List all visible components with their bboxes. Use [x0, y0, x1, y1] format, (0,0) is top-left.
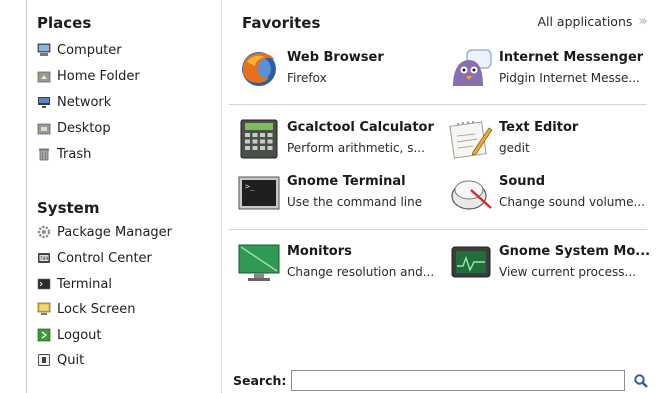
system-item-quit[interactable]: Quit	[37, 349, 84, 371]
system-item-label: Package Manager	[57, 224, 173, 240]
application-menu: Places Computer Home Folder Network Desk…	[26, 0, 656, 393]
system-item-control-center[interactable]: 789 Control Center	[37, 247, 152, 269]
place-item-label: Home Folder	[57, 68, 140, 84]
app-name: Monitors	[287, 244, 352, 259]
system-item-lock-screen[interactable]: Lock Screen	[37, 298, 135, 320]
app-calculator[interactable]: Gcalctool Calculator Perform arithmetic,…	[237, 114, 447, 162]
system-item-package-manager[interactable]: Package Manager	[37, 221, 172, 243]
svg-text:789: 789	[40, 256, 49, 262]
firefox-icon	[237, 46, 281, 90]
system-item-label: Control Center	[57, 250, 152, 266]
quit-icon	[37, 353, 51, 367]
place-item-computer[interactable]: Computer	[37, 39, 122, 61]
system-heading: System	[37, 199, 100, 217]
app-name: Sound	[499, 174, 546, 189]
places-heading: Places	[37, 14, 92, 32]
place-item-trash[interactable]: Trash	[37, 143, 91, 165]
lock-screen-icon	[37, 302, 51, 316]
place-item-label: Desktop	[57, 120, 111, 136]
app-system-monitor[interactable]: Gnome System Mo... View current process.…	[449, 238, 656, 286]
place-item-network[interactable]: Network	[37, 91, 111, 113]
app-text-editor[interactable]: Text Editor gedit	[449, 114, 656, 162]
place-item-label: Computer	[57, 42, 122, 58]
text-editor-icon	[449, 116, 493, 160]
system-item-logout[interactable]: Logout	[37, 324, 102, 346]
system-item-label: Lock Screen	[57, 301, 136, 317]
app-name: Gnome System Mo...	[499, 244, 651, 259]
all-applications-button[interactable]: All applications ›››	[537, 14, 647, 29]
monitors-icon	[237, 240, 281, 284]
network-icon	[37, 95, 51, 109]
double-chevron-right-icon: ›››	[638, 14, 647, 29]
app-name: Gnome Terminal	[287, 174, 406, 189]
app-description: Firefox	[287, 71, 327, 85]
app-description: Change sound volume...	[499, 195, 645, 209]
package-manager-icon	[37, 225, 51, 239]
app-description: Perform arithmetic, s...	[287, 141, 425, 155]
control-center-icon: 789	[37, 251, 51, 265]
system-item-label: Terminal	[57, 276, 112, 292]
app-internet-messenger[interactable]: Internet Messenger Pidgin Internet Messe…	[449, 44, 656, 92]
terminal-icon	[37, 277, 51, 291]
app-monitors[interactable]: Monitors Change resolution and...	[237, 238, 447, 286]
place-item-home-folder[interactable]: Home Folder	[37, 65, 140, 87]
sound-icon	[449, 170, 493, 214]
app-gnome-terminal[interactable]: >_ Gnome Terminal Use the command line	[237, 168, 447, 216]
favorites-heading: Favorites	[242, 14, 321, 32]
place-item-label: Trash	[57, 146, 92, 162]
system-item-terminal[interactable]: Terminal	[37, 273, 112, 295]
app-name: Text Editor	[499, 120, 579, 135]
desktop-icon	[37, 121, 51, 135]
place-item-desktop[interactable]: Desktop	[37, 117, 111, 139]
app-name: Internet Messenger	[499, 50, 644, 65]
separator	[229, 104, 647, 105]
home-folder-icon	[37, 69, 51, 83]
app-web-browser[interactable]: Web Browser Firefox	[237, 44, 447, 92]
logout-icon	[37, 328, 51, 342]
app-description: Pidgin Internet Messe...	[499, 71, 640, 85]
svg-text:>_: >_	[245, 182, 255, 191]
app-description: Change resolution and...	[287, 265, 435, 279]
system-item-label: Logout	[57, 327, 102, 343]
search-input[interactable]	[291, 370, 625, 391]
system-monitor-icon	[449, 240, 493, 284]
favorites-panel: Favorites All applications ››› Web Brows…	[223, 0, 656, 393]
gnome-terminal-icon: >_	[237, 170, 281, 214]
computer-icon	[37, 43, 51, 57]
app-description: View current process...	[499, 265, 636, 279]
left-panel: Places Computer Home Folder Network Desk…	[27, 0, 222, 393]
calculator-icon	[237, 116, 281, 160]
all-applications-label: All applications	[537, 14, 633, 29]
trash-icon	[37, 147, 51, 161]
app-sound[interactable]: Sound Change sound volume...	[449, 168, 656, 216]
app-name: Web Browser	[287, 50, 384, 65]
separator	[229, 229, 647, 230]
pidgin-icon	[449, 46, 493, 90]
app-description: gedit	[499, 141, 530, 155]
app-name: Gcalctool Calculator	[287, 120, 434, 135]
search-icon[interactable]	[633, 373, 649, 389]
search-label: Search:	[233, 373, 287, 388]
system-item-label: Quit	[57, 352, 85, 368]
place-item-label: Network	[57, 94, 112, 110]
app-description: Use the command line	[287, 195, 423, 209]
